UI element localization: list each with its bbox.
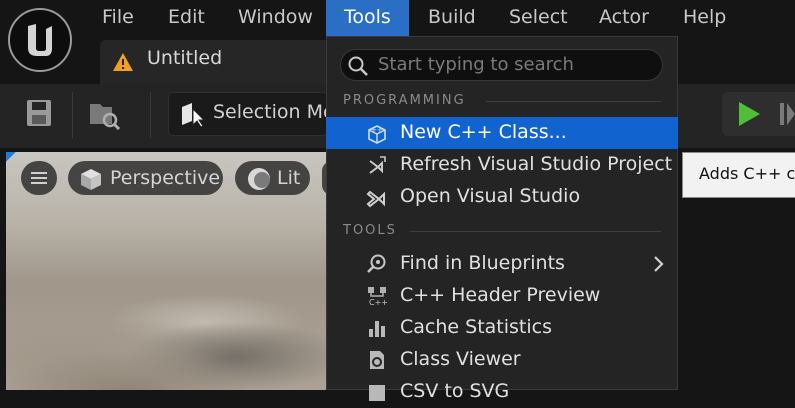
menu-item-csv-to-svg[interactable]: CSV to SVG xyxy=(326,376,678,408)
warning-icon xyxy=(112,52,134,72)
menu-item-label: Class Viewer xyxy=(400,348,521,370)
menu-edit[interactable]: Edit xyxy=(150,0,223,36)
menu-item-label: C++ Header Preview xyxy=(400,284,601,306)
tooltip-text: Adds C++ co xyxy=(699,164,795,183)
lit-sphere-icon xyxy=(246,166,272,192)
menu-item-label: Refresh Visual Studio Project xyxy=(400,153,673,175)
menu-item-label: Find in Blueprints xyxy=(400,252,565,274)
menu-item-label: CSV to SVG xyxy=(400,380,510,402)
browse-content-icon[interactable] xyxy=(88,98,122,131)
perspective-cube-icon xyxy=(79,167,103,191)
section-divider xyxy=(486,101,661,102)
save-icon[interactable] xyxy=(26,99,52,127)
menu-item-class-viewer[interactable]: Class Viewer xyxy=(326,344,678,376)
menu-item-open-visual-studio[interactable]: Open Visual Studio xyxy=(326,181,678,213)
visual-studio-refresh-icon xyxy=(366,154,388,176)
document-tab-title: Untitled xyxy=(147,47,223,69)
menu-item-find-in-blueprints[interactable]: Find in Blueprints xyxy=(326,248,678,280)
section-divider xyxy=(410,231,661,232)
section-label-tools: TOOLS xyxy=(343,223,397,238)
hamburger-menu-icon xyxy=(29,170,49,186)
selection-mode-label: Selection Mo xyxy=(213,101,335,123)
menu-search-input[interactable] xyxy=(378,52,648,76)
find-blueprint-icon xyxy=(366,253,388,275)
bar-chart-icon xyxy=(366,317,388,339)
selection-mode-icon xyxy=(180,101,206,128)
visual-studio-icon xyxy=(366,186,388,208)
section-label-programming: PROGRAMMING xyxy=(343,93,466,108)
play-icon[interactable] xyxy=(736,100,762,128)
svg-text:++: ++ xyxy=(371,126,383,134)
cpp-class-icon: ++ xyxy=(366,122,388,144)
submenu-chevron-right-icon xyxy=(652,255,664,273)
menu-item-label: New C++ Class... xyxy=(400,121,567,143)
menu-item-cpp-header-preview[interactable]: C++ C++ Header Preview xyxy=(326,280,678,312)
menu-item-refresh-visual-studio[interactable]: Refresh Visual Studio Project xyxy=(326,149,678,181)
menu-file[interactable]: File xyxy=(84,0,152,36)
csv-icon xyxy=(366,381,388,403)
menu-actor[interactable]: Actor xyxy=(581,0,667,36)
unreal-logo-icon[interactable] xyxy=(8,8,72,72)
skip-frame-icon[interactable] xyxy=(778,100,795,128)
cpp-header-icon: C++ xyxy=(366,285,388,307)
search-icon xyxy=(347,55,369,77)
perspective-label: Perspective xyxy=(110,167,221,189)
menu-help[interactable]: Help xyxy=(665,0,744,36)
menu-item-label: Open Visual Studio xyxy=(400,185,581,207)
viewport-active-indicator xyxy=(6,152,16,162)
menu-window[interactable]: Window xyxy=(220,0,331,36)
menu-item-label: Cache Statistics xyxy=(400,316,552,338)
menu-build[interactable]: Build xyxy=(410,0,494,36)
menu-select[interactable]: Select xyxy=(491,0,586,36)
lit-mode-label: Lit xyxy=(277,167,301,189)
class-viewer-icon xyxy=(366,349,388,371)
menu-item-cache-statistics[interactable]: Cache Statistics xyxy=(326,312,678,344)
menu-tools[interactable]: Tools xyxy=(326,0,409,36)
toolbar-separator xyxy=(72,92,73,138)
toolbar-separator xyxy=(150,92,151,138)
menu-item-new-cpp-class[interactable]: ++ New C++ Class... xyxy=(326,117,678,149)
svg-text:C++: C++ xyxy=(369,298,388,307)
